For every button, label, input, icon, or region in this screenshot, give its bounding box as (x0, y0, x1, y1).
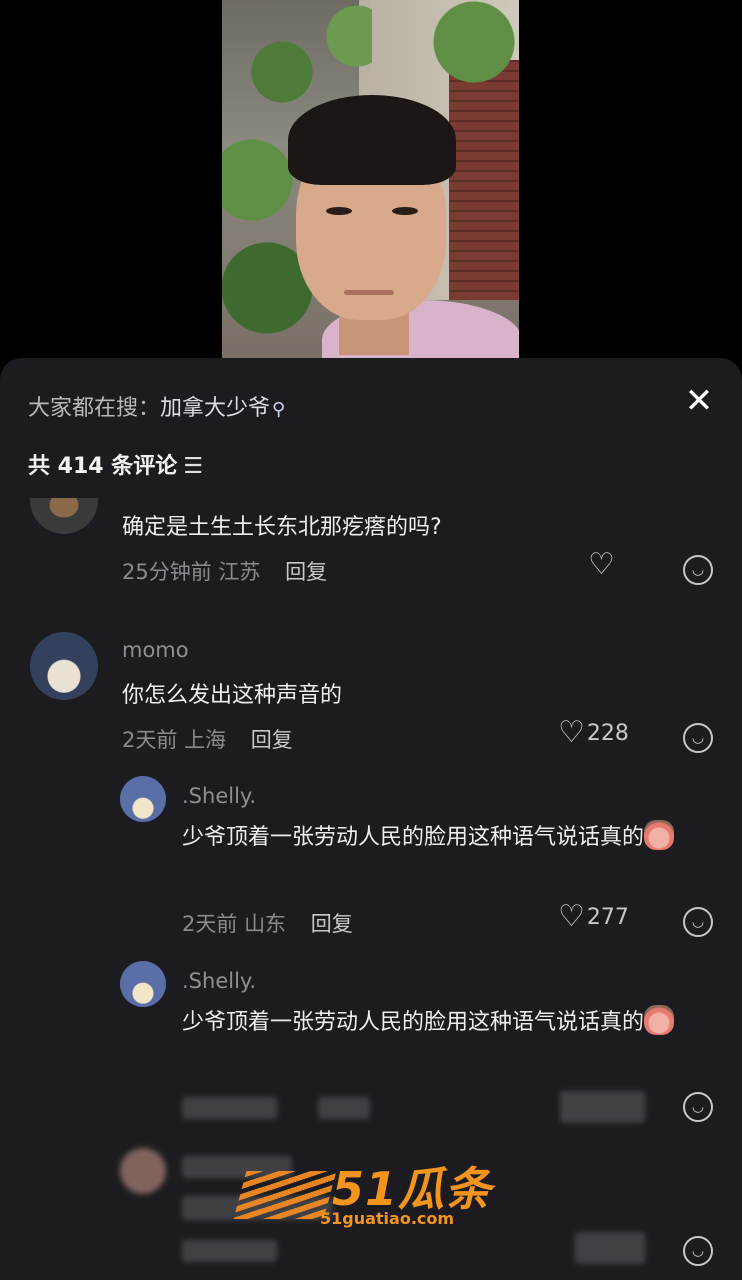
heart-icon: ♡ (558, 715, 585, 750)
avatar[interactable] (120, 961, 166, 1007)
dislike-icon[interactable]: ◡ (683, 1092, 713, 1122)
comment-time: 2天前 (122, 728, 178, 752)
blurred-meta (182, 1097, 277, 1119)
comment-meta: 25分钟前 江苏 回复 (122, 556, 327, 586)
comment-location: 山东 (244, 912, 287, 936)
comment-time: 25分钟前 (122, 560, 212, 584)
like-button[interactable]: ♡ (588, 550, 615, 580)
comment-text: 少爷顶着一张劳动人民的脸用这种语气说话真的 (182, 1003, 712, 1043)
watermark: 51瓜条 51guatiao.com (233, 1153, 500, 1233)
avatar[interactable] (30, 632, 98, 700)
reply-button[interactable]: 回复 (285, 560, 327, 584)
trending-search-prefix: 大家都在搜： (28, 396, 161, 421)
comment-text: 少爷顶着一张劳动人民的脸用这种语气说话真的 (182, 818, 712, 858)
crying-emoji-icon (644, 820, 675, 850)
blurred-like (560, 1091, 645, 1123)
like-button[interactable]: ♡228 (558, 718, 629, 748)
avatar[interactable] (30, 498, 98, 534)
comment-author[interactable]: momo (122, 638, 189, 662)
reply-button[interactable]: 回复 (311, 912, 353, 936)
close-icon[interactable]: ✕ (682, 384, 716, 418)
comment-sheet: 大家都在搜：加拿大少爷 ⚲ ✕ 共 414 条评论 ☰ 确定是土生土长东北那疙瘩的吗… (0, 358, 742, 1280)
comment-text-content: 少爷顶着一张劳动人民的脸用这种语气说话真的 (182, 825, 645, 850)
filter-icon[interactable]: ☰ (183, 454, 203, 479)
comment-text: 确定是土生土长东北那疙瘩的吗? (122, 515, 442, 540)
blurred-meta (182, 1240, 277, 1262)
comment-location: 上海 (184, 728, 227, 752)
reply-button[interactable]: 回复 (251, 728, 293, 752)
dislike-icon[interactable]: ◡ (683, 555, 713, 585)
crying-emoji-icon (644, 1005, 675, 1035)
heart-icon: ♡ (588, 547, 615, 582)
blurred-reply (318, 1097, 370, 1119)
comment-meta: 2天前 上海 回复 (122, 724, 293, 754)
trending-search-keyword[interactable]: 加拿大少爷 (160, 396, 270, 421)
trending-search[interactable]: 大家都在搜：加拿大少爷 ⚲ (28, 390, 285, 422)
dislike-icon[interactable]: ◡ (683, 1236, 713, 1266)
comment-text: 你怎么发出这种声音的 (122, 683, 343, 708)
dislike-icon[interactable]: ◡ (683, 723, 713, 753)
comment-location: 江苏 (218, 560, 261, 584)
video-player[interactable] (0, 0, 742, 360)
comment-meta: 2天前 山东 回复 (182, 908, 353, 938)
comment-time: 2天前 (182, 912, 238, 936)
video-frame (222, 0, 519, 360)
person-face (284, 95, 464, 360)
like-count: 277 (586, 904, 629, 930)
avatar[interactable] (120, 776, 166, 822)
heart-icon: ♡ (558, 899, 585, 934)
watermark-url: 51guatiao.com (320, 1209, 455, 1228)
comment-author[interactable]: .Shelly. (182, 969, 256, 993)
search-icon: ⚲ (272, 399, 286, 420)
comment-count-label: 共 414 条评论 (28, 454, 178, 479)
dislike-icon[interactable]: ◡ (683, 907, 713, 937)
like-count: 228 (586, 720, 629, 746)
avatar[interactable] (120, 1148, 166, 1194)
comment-author[interactable]: .Shelly. (182, 784, 256, 808)
like-button[interactable]: ♡277 (558, 902, 629, 932)
comment-text-content: 少爷顶着一张劳动人民的脸用这种语气说话真的 (182, 1010, 645, 1035)
comment-count: 共 414 条评论 ☰ (28, 448, 203, 480)
blurred-like (575, 1232, 645, 1264)
